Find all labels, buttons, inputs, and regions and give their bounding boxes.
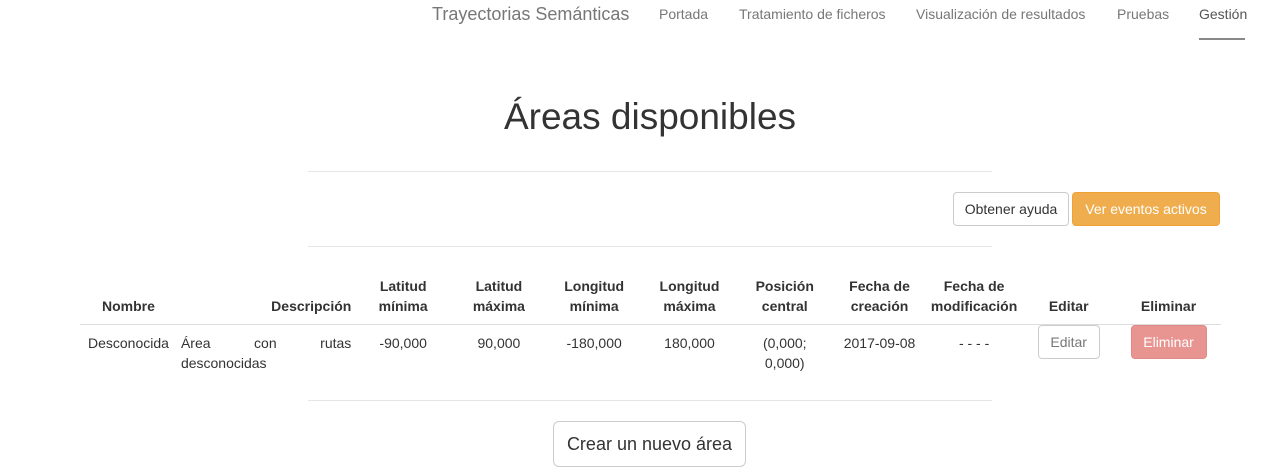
cell-delete: Eliminar: [1116, 325, 1221, 382]
navbar-brand[interactable]: Trayectorias Semánticas: [432, 4, 629, 25]
header-modified: Fecha de modificación: [926, 268, 1022, 325]
cell-name: Desconocida: [88, 335, 169, 351]
top-navbar: Trayectorias Semánticas Portada Tratamie…: [0, 0, 1284, 40]
header-created: Fecha de creación: [832, 268, 927, 325]
active-nav-indicator: [1199, 38, 1245, 40]
nav-link-pruebas[interactable]: Pruebas: [1117, 6, 1169, 22]
help-button[interactable]: Obtener ayuda: [953, 192, 1069, 226]
cell-lat-max: 90,000: [477, 335, 521, 351]
areas-table: Nombre Descripción Latitud mínima Latitud…: [80, 268, 1221, 381]
header-delete: Eliminar: [1116, 268, 1221, 325]
nav-link-portada[interactable]: Portada: [659, 6, 708, 22]
header-lat-max: Latitud máxima: [451, 268, 547, 325]
cell-lon-min: -180,000: [566, 335, 622, 351]
header-description: Descripción: [176, 268, 356, 325]
divider-top: [308, 171, 992, 172]
active-events-button[interactable]: Ver eventos activos: [1072, 192, 1220, 226]
header-edit: Editar: [1021, 268, 1117, 325]
create-area-button[interactable]: Crear un nuevo área: [553, 421, 746, 467]
table-row: Desconocida Área con rutas desconocidas …: [80, 325, 1221, 382]
header-lon-max: Longitud máxima: [641, 268, 738, 325]
table-header-row: Nombre Descripción Latitud mínima Latitud…: [80, 268, 1221, 325]
cell-created: 2017-09-08: [843, 335, 916, 351]
header-center: Posición central: [737, 268, 833, 325]
nav-link-tratamiento[interactable]: Tratamiento de ficheros: [739, 6, 886, 22]
cell-lon-max: 180,000: [664, 335, 715, 351]
header-lon-min: Longitud mínima: [546, 268, 642, 325]
nav-link-visualizacion[interactable]: Visualización de resultados: [916, 6, 1085, 22]
cell-center: (0,000; 0,000): [762, 335, 807, 371]
divider-bottom: [308, 400, 992, 401]
delete-button[interactable]: Eliminar: [1130, 325, 1207, 359]
page-title: Áreas disponibles: [503, 96, 797, 137]
cell-lat-min: -90,000: [379, 335, 427, 351]
cell-description: Área con rutas desconocidas: [180, 335, 352, 371]
divider-middle: [308, 246, 992, 247]
cell-edit: Editar: [1021, 325, 1116, 382]
nav-link-gestion[interactable]: Gestión: [1199, 6, 1247, 22]
header-name: Nombre: [80, 268, 177, 325]
cell-modified: - - - -: [958, 335, 990, 351]
header-lat-min: Latitud mínima: [355, 268, 452, 325]
edit-button[interactable]: Editar: [1037, 325, 1100, 359]
